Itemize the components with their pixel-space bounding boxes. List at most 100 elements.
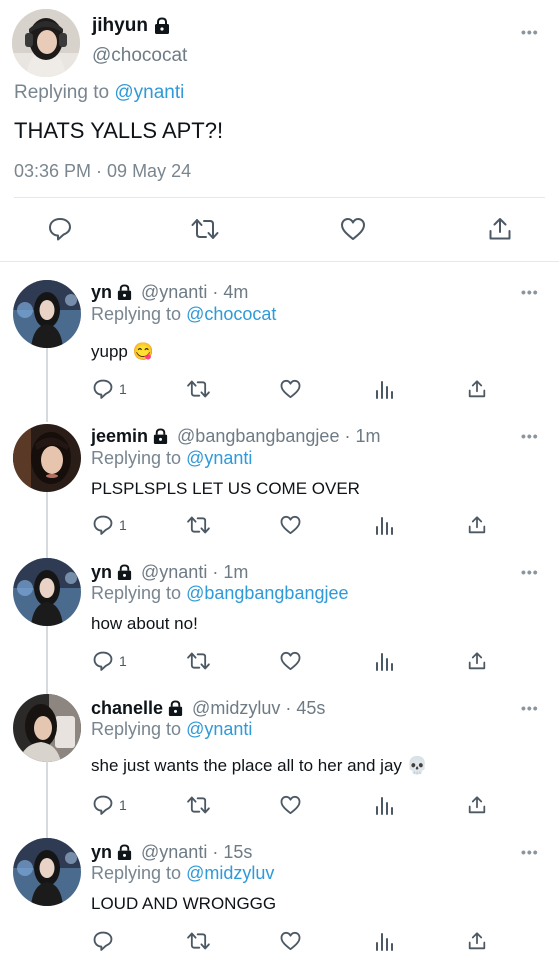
share-button[interactable] xyxy=(485,214,515,244)
share-button[interactable] xyxy=(467,378,487,400)
reply-header: chanelle @midzyluv · 45s xyxy=(91,698,325,719)
author-name[interactable]: jeemin xyxy=(91,426,148,447)
author-name[interactable]: yn xyxy=(91,562,112,583)
like-icon xyxy=(279,378,302,400)
reply-button[interactable] xyxy=(45,214,75,244)
reply-header: jeemin @bangbangbangjee · 1m xyxy=(91,426,380,447)
author-handle[interactable]: @chococat xyxy=(92,45,187,67)
avatar[interactable] xyxy=(12,9,80,77)
reply-button[interactable]: 1 xyxy=(92,514,127,536)
lock-icon xyxy=(153,17,171,35)
divider xyxy=(14,197,545,198)
reply-count: 1 xyxy=(119,653,127,669)
replying-prefix: Replying to xyxy=(91,863,182,883)
tweet-timestamp: 03:36 PM · 09 May 24 xyxy=(14,161,192,181)
like-icon xyxy=(279,514,302,536)
like-icon xyxy=(339,216,367,242)
replying-to-link[interactable]: @ynanti xyxy=(186,448,252,468)
views-icon xyxy=(374,794,394,816)
like-button[interactable] xyxy=(338,214,368,244)
more-icon[interactable]: ••• xyxy=(521,24,539,40)
retweet-button[interactable] xyxy=(186,930,211,952)
views-button[interactable] xyxy=(374,794,394,816)
reply-tweet: chanelle @midzyluv · 45s ••• Replying to… xyxy=(0,694,559,838)
avatar[interactable] xyxy=(13,838,81,906)
replying-to-link[interactable]: @ynanti xyxy=(114,82,184,103)
retweet-button[interactable] xyxy=(190,214,220,244)
reply-count: 1 xyxy=(119,797,127,813)
replying-to-link[interactable]: @bangbangbangjee xyxy=(186,583,348,603)
reply-header: yn @ynanti · 15s xyxy=(91,842,252,863)
author-name[interactable]: yn xyxy=(91,282,112,303)
reply-tweet: yn @ynanti · 1m ••• Replying to @bangban… xyxy=(0,558,559,694)
handle-time: @ynanti · 4m xyxy=(141,282,249,302)
lock-icon xyxy=(116,564,133,581)
tweet-text: how about no! xyxy=(91,614,198,633)
retweet-button[interactable] xyxy=(186,378,211,400)
reply-button[interactable]: 1 xyxy=(92,378,127,400)
share-button[interactable] xyxy=(467,650,487,672)
like-button[interactable] xyxy=(279,650,302,672)
retweet-icon xyxy=(186,794,211,816)
like-icon xyxy=(279,794,302,816)
reply-tweet: yn @ynanti · 4m ••• Replying to @chococa… xyxy=(0,278,559,420)
more-icon[interactable]: ••• xyxy=(521,284,539,300)
reply-button[interactable] xyxy=(92,930,119,952)
share-icon xyxy=(487,216,513,242)
share-icon xyxy=(467,378,487,400)
tweet-text: yupp 😋 xyxy=(91,342,154,361)
like-button[interactable] xyxy=(279,514,302,536)
replying-to-link[interactable]: @ynanti xyxy=(186,719,252,739)
views-icon xyxy=(374,650,394,672)
reply-button[interactable]: 1 xyxy=(92,794,127,816)
reply-count: 1 xyxy=(119,517,127,533)
reply-icon xyxy=(92,650,114,672)
retweet-button[interactable] xyxy=(186,514,211,536)
reply-tweet: jeemin @bangbangbangjee · 1m ••• Replyin… xyxy=(0,422,559,558)
more-icon[interactable]: ••• xyxy=(521,700,539,716)
divider xyxy=(0,261,559,262)
retweet-button[interactable] xyxy=(186,794,211,816)
views-button[interactable] xyxy=(374,514,394,536)
author-name[interactable]: yn xyxy=(91,842,112,863)
handle-time: @bangbangbangjee · 1m xyxy=(177,426,381,446)
like-button[interactable] xyxy=(279,930,302,952)
share-icon xyxy=(467,794,487,816)
share-button[interactable] xyxy=(467,930,487,952)
avatar[interactable] xyxy=(13,424,81,492)
handle-time: @ynanti · 1m xyxy=(141,562,249,582)
more-icon[interactable]: ••• xyxy=(521,564,539,580)
retweet-icon xyxy=(186,930,211,952)
retweet-icon xyxy=(186,650,211,672)
more-icon[interactable]: ••• xyxy=(521,844,539,860)
reply-icon xyxy=(47,216,73,242)
replying-to-link[interactable]: @chococat xyxy=(186,304,276,324)
share-button[interactable] xyxy=(467,794,487,816)
retweet-button[interactable] xyxy=(186,650,211,672)
views-button[interactable] xyxy=(374,930,394,952)
reply-tweet: yn @ynanti · 15s ••• Replying to @midzyl… xyxy=(0,838,559,960)
like-button[interactable] xyxy=(279,794,302,816)
more-icon[interactable]: ••• xyxy=(521,428,539,444)
like-icon xyxy=(279,930,302,952)
replying-to: Replying to @ynanti xyxy=(91,448,252,469)
avatar[interactable] xyxy=(13,280,81,348)
author-name[interactable]: jihyun xyxy=(92,15,148,37)
replying-to-link[interactable]: @midzyluv xyxy=(186,863,274,883)
lock-icon xyxy=(116,284,133,301)
reply-icon xyxy=(92,930,114,952)
avatar[interactable] xyxy=(13,694,81,762)
replying-to: Replying to @chococat xyxy=(91,304,276,325)
replying-to: Replying to @ynanti xyxy=(91,719,252,740)
author-name[interactable]: chanelle xyxy=(91,698,163,719)
author-name-row: jihyun xyxy=(92,15,171,37)
share-button[interactable] xyxy=(467,514,487,536)
views-button[interactable] xyxy=(374,378,394,400)
reply-count: 1 xyxy=(119,381,127,397)
reply-header: yn @ynanti · 1m xyxy=(91,562,248,583)
avatar[interactable] xyxy=(13,558,81,626)
reply-header: yn @ynanti · 4m xyxy=(91,282,248,303)
reply-button[interactable]: 1 xyxy=(92,650,127,672)
views-button[interactable] xyxy=(374,650,394,672)
like-button[interactable] xyxy=(279,378,302,400)
